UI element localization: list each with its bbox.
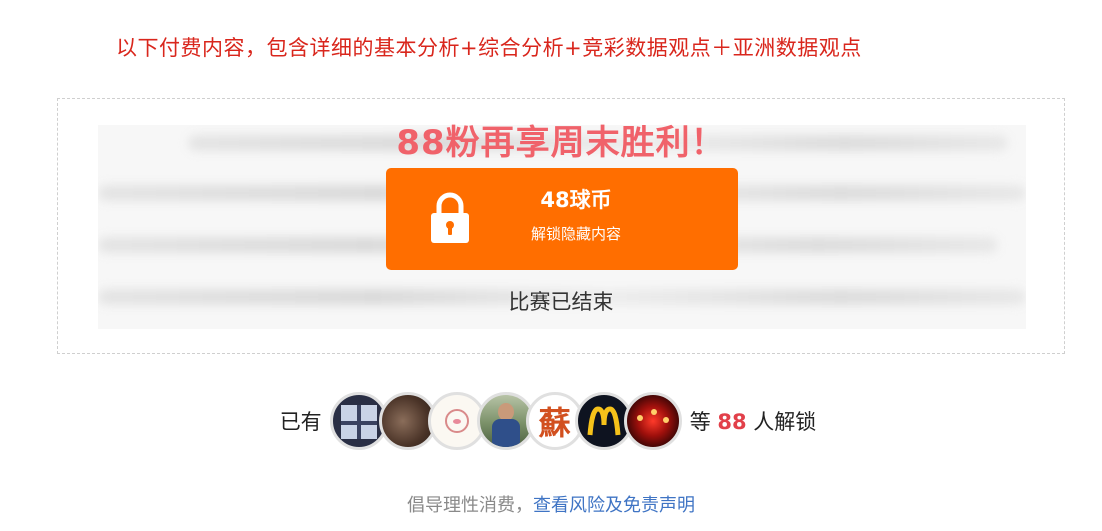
promo-text: 88粉再享周末胜利！ — [396, 123, 726, 163]
unlockers-suffix: 等 88 人解锁 — [690, 406, 817, 436]
avatar-glyph: 蘇 — [538, 404, 571, 442]
unlockers-suffix-after: 人解锁 — [753, 410, 817, 434]
footer-disclaimer: 倡导理性消费，查看风险及免责声明 — [0, 491, 1102, 517]
footer-text: 倡导理性消费， — [407, 495, 533, 516]
unlock-price: 48球币 — [540, 188, 612, 212]
unlock-count: 88 — [717, 410, 747, 434]
unlockers-row: 已有 蘇 等 88 人解锁 — [0, 388, 1102, 454]
unlockers-suffix-before: 等 — [689, 410, 711, 434]
unlock-button[interactable]: 48球币 解锁隐藏内容 — [386, 168, 738, 270]
unlock-label: 解锁隐藏内容 — [530, 225, 621, 243]
risk-disclaimer-link[interactable]: 查看风险及免责声明 — [533, 495, 695, 516]
unlockers-prefix: 已有 — [279, 410, 322, 434]
paid-content-notice: 以下付费内容，包含详细的基本分析+综合分析+竞彩数据观点＋亚洲数据观点 — [116, 36, 862, 60]
avatar[interactable] — [623, 392, 682, 450]
match-status: 比赛已结束 — [508, 290, 614, 314]
avatar-group: 蘇 — [329, 392, 682, 450]
paywall-box: 88粉再享周末胜利！ 48球币 解锁隐藏内容 比赛已结束 — [57, 98, 1065, 354]
